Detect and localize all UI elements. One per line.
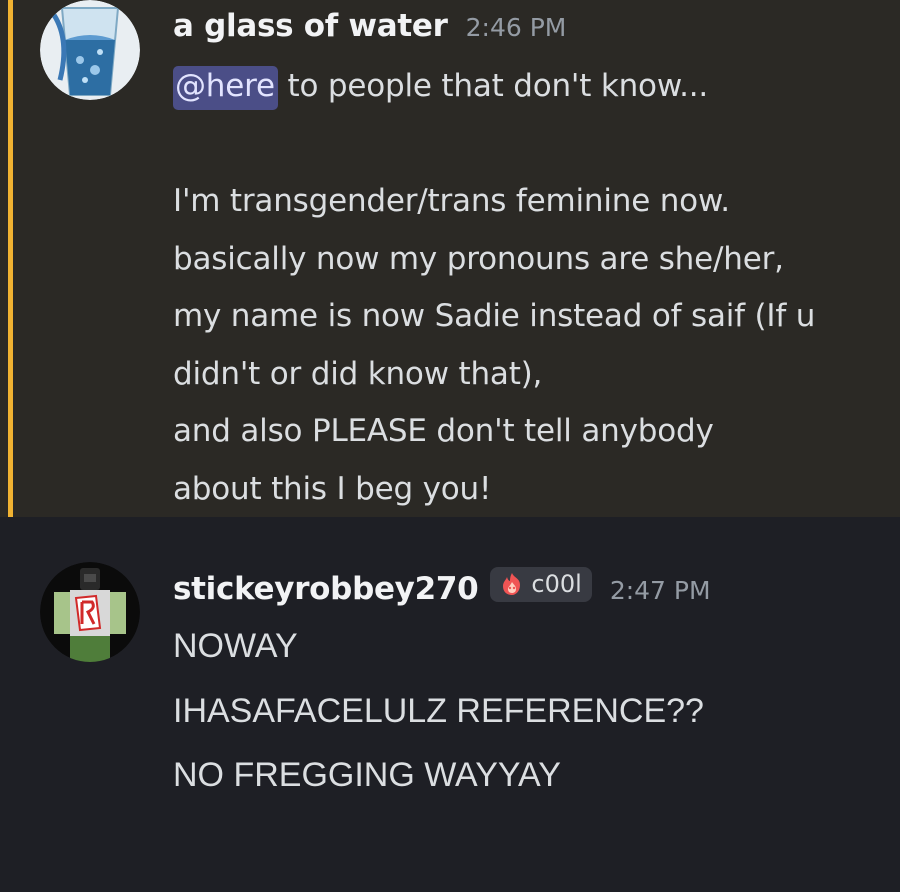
message-line: I'm transgender/trans feminine now. [173, 183, 730, 219]
roblox-character-avatar-icon [40, 562, 140, 662]
message-highlighted[interactable]: a glass of water 2:46 PM @here to people… [0, 0, 900, 517]
message-line: didn't or did know that), [173, 355, 543, 392]
message-line: NO FREGGING WAYYAY [173, 756, 561, 794]
fire-icon [503, 573, 521, 595]
message-content: NOWAY IHASAFACELULZ REFERENCE?? NO FREGG… [173, 617, 888, 811]
role-tag[interactable]: c00l [490, 567, 592, 602]
avatar[interactable] [40, 0, 140, 100]
message-text: to people that don't know... [277, 68, 709, 104]
avatar[interactable] [40, 562, 140, 662]
role-tag-label: c00l [531, 570, 582, 598]
message-line: and also PLEASE don't tell anybody [173, 413, 714, 449]
message-line: basically now my pronouns are she/her, [173, 240, 784, 277]
message-line: my name is now Sadie instead of saif (If… [173, 298, 816, 334]
message-header: stickeyrobbey270 c00l 2:47 PM [173, 567, 711, 607]
message-line: about this I beg you! [173, 470, 492, 507]
here-mention[interactable]: @here [173, 66, 278, 110]
timestamp[interactable]: 2:46 PM [466, 13, 567, 42]
timestamp[interactable]: 2:47 PM [610, 576, 711, 605]
message-header: a glass of water 2:46 PM [173, 8, 566, 44]
message-line: NOWAY [173, 627, 298, 665]
message-content: @here to people that don't know... I'm t… [173, 58, 888, 518]
chat-messages-pane: a glass of water 2:46 PM @here to people… [0, 0, 900, 892]
mention-highlight-bar [8, 0, 13, 517]
username[interactable]: stickeyrobbey270 [173, 571, 479, 607]
message-line: @here to people that don't know... [173, 58, 888, 116]
username[interactable]: a glass of water [173, 8, 448, 44]
message-line: IHASAFACELULZ REFERENCE?? [173, 691, 704, 730]
message-line-blank [173, 116, 888, 174]
glass-of-water-avatar-icon [40, 0, 140, 100]
